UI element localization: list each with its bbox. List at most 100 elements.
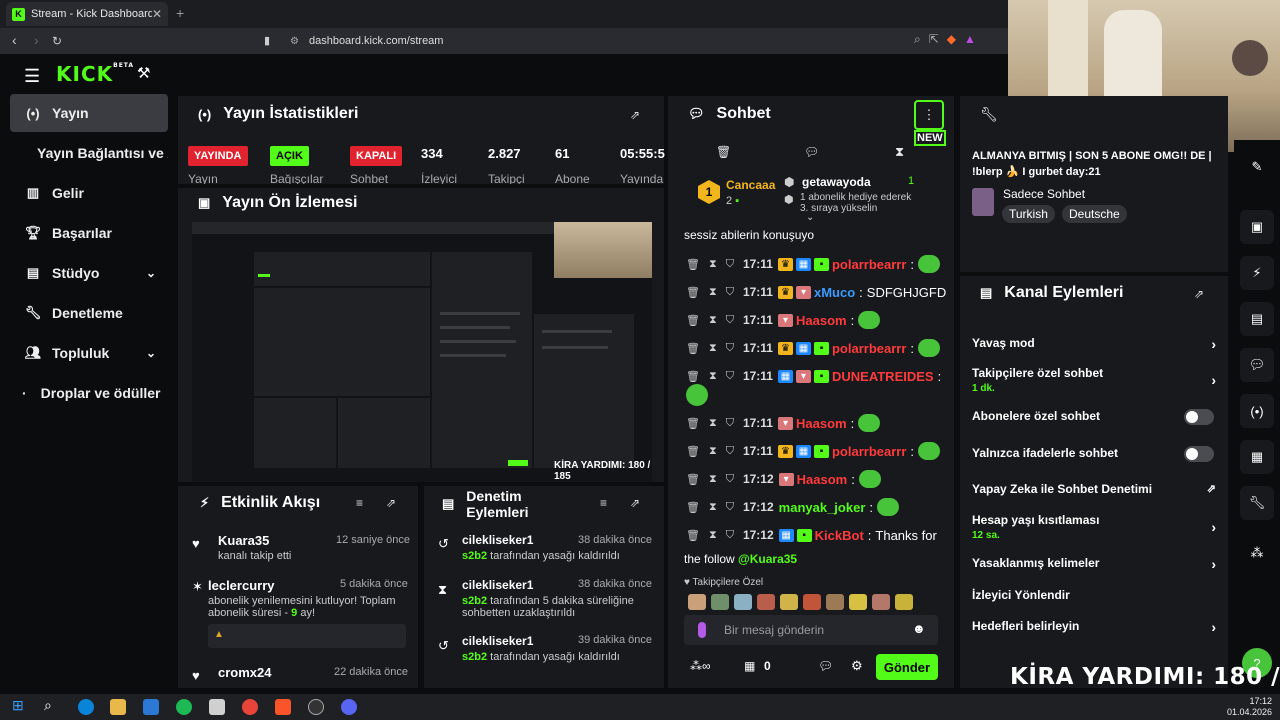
chat-message[interactable]: 🗑︎ ⧗ ⛉ 17:11 ♛ ▦ ▪ polarrbearrr: [686, 336, 941, 360]
top-gifter-name[interactable]: Cancaaa [726, 178, 775, 192]
action-raid[interactable]: İzleyici Yönlendir [972, 588, 1216, 602]
delete-message-icon[interactable]: 🗑︎ [686, 417, 700, 430]
sidebar-item-basarilar[interactable]: 🏆︎ Başarılar [10, 214, 168, 252]
bookmark-icon[interactable]: ▮ [264, 34, 270, 47]
stream-category[interactable]: Sadece Sohbet [1003, 187, 1085, 201]
wrench-icon[interactable]: 🔧︎ [1240, 486, 1274, 520]
timeout-icon[interactable]: ⧗ [709, 314, 717, 327]
action-slow-mode[interactable]: Yavaş mod › [972, 336, 1216, 352]
delete-message-icon[interactable]: 🗑︎ [686, 286, 700, 299]
activity-username[interactable]: leclercurry [208, 578, 275, 593]
activity-username[interactable]: cromx24 [218, 665, 271, 680]
chat-username[interactable]: polarrbearrr [832, 341, 906, 356]
sidebar-item-droplar[interactable]: · Droplar ve ödüller [10, 374, 168, 412]
delete-message-icon[interactable]: 🗑︎ [686, 314, 700, 327]
reload-icon[interactable]: ↻ [52, 34, 62, 48]
file-explorer-icon[interactable] [110, 699, 126, 715]
chat-username[interactable]: Haasom [796, 416, 847, 431]
timeout-icon[interactable]: ⧗ [709, 473, 717, 486]
expand-chevron-icon[interactable]: ⌄ [806, 212, 814, 223]
timeout-icon[interactable]: ⧗ [709, 286, 717, 299]
chat-username[interactable]: polarrbearrr [832, 257, 906, 272]
emotes-only-toggle[interactable] [1184, 446, 1214, 462]
chat-message[interactable]: 🗑︎ ⧗ ⛉ 17:11 ♛ ▦ ▪ polarrbearrr: [686, 252, 941, 276]
chat-input-box[interactable]: Bir mesaj gönderin ☻ [684, 615, 938, 645]
kick-points-icon[interactable]: ⁂∞ [690, 659, 711, 673]
delete-message-icon[interactable]: 🗑︎ [686, 370, 700, 383]
delete-message-icon[interactable]: 🗑︎ [686, 473, 700, 486]
chat-message[interactable]: 🗑︎ ⧗ ⛉ 17:11 ♛ ▾ xMuco: SDFGHJGFD [686, 280, 946, 304]
bolt-icon[interactable]: ⚡︎ [1240, 256, 1274, 290]
action-subscribers-only[interactable]: Abonelere özel sohbet [972, 409, 1216, 425]
chat-username[interactable]: Haasom [797, 472, 848, 487]
popout-icon[interactable]: ⇗ [630, 496, 640, 510]
camera-icon[interactable]: ▣ [1240, 210, 1274, 244]
tag-pill[interactable]: Turkish [1002, 205, 1055, 223]
chat-message[interactable]: 🗑︎ ⧗ ⛉ 17:12 ▾ Haasom: [686, 467, 881, 491]
chat-username[interactable]: Haasom [796, 313, 847, 328]
dashboard-icon[interactable]: ▦ [1240, 440, 1274, 474]
timeout-icon[interactable]: ⧗ [709, 501, 717, 514]
action-goals[interactable]: Hedefleri belirleyin › [972, 619, 1216, 635]
filter-icon[interactable]: ≡ [600, 496, 607, 510]
timeout-icon[interactable]: ⧗ [709, 258, 717, 271]
action-banned-words[interactable]: Yasaklanmış kelimeler › [972, 556, 1216, 572]
mod-target-user[interactable]: cilekliseker1 [462, 634, 533, 648]
discord-icon[interactable] [341, 699, 357, 715]
emote-icon[interactable] [780, 594, 798, 610]
emote-icon[interactable] [711, 594, 729, 610]
timeout-icon[interactable]: ⧗ [709, 529, 717, 542]
delete-message-icon[interactable]: 🗑︎ [686, 445, 700, 458]
emote-icon[interactable] [688, 594, 706, 610]
mention[interactable]: @Kuara35 [738, 552, 797, 566]
sidebar-item-stream-key[interactable]: Yayın Bağlantısı ve Anahtarı [10, 134, 168, 172]
delete-message-icon[interactable]: 🗑︎ [686, 529, 700, 542]
send-button[interactable]: Gönder [876, 654, 938, 680]
kick-logo[interactable]: KICKBETA [56, 62, 134, 86]
new-tab-icon[interactable]: + [176, 5, 184, 21]
spotify-icon[interactable] [176, 699, 192, 715]
delete-message-icon[interactable]: 🗑︎ [686, 258, 700, 271]
gear-icon[interactable]: ⚙ [851, 658, 863, 674]
close-tab-icon[interactable]: ✕ [152, 7, 162, 21]
popout-icon[interactable]: ⇗ [630, 108, 640, 122]
site-info-icon[interactable]: ⚙ [290, 36, 299, 47]
timeout-icon[interactable]: ⧗ [709, 370, 717, 383]
mod-target-user[interactable]: cilekliseker1 [462, 533, 533, 547]
stream-preview[interactable]: KİRA YARDIMI: 180 / 185 [192, 222, 652, 482]
delete-message-icon[interactable]: 🗑︎ [686, 501, 700, 514]
emote-icon[interactable] [803, 594, 821, 610]
activity-username[interactable]: Kuara35 [218, 533, 269, 548]
category-thumbnail[interactable] [972, 188, 994, 216]
store-icon[interactable]: ▦ [744, 659, 755, 673]
chat-menu-button[interactable]: ⋮ [914, 100, 944, 130]
chat-username[interactable]: xMuco [814, 285, 855, 300]
emote-icon[interactable] [849, 594, 867, 610]
forward-icon[interactable]: › [34, 32, 39, 48]
emote-icon[interactable] [895, 594, 913, 610]
edge-icon[interactable] [78, 699, 94, 715]
chat-username[interactable]: manyak_joker [779, 500, 866, 515]
chat-message[interactable]: 🗑︎ ⧗ ⛉ 17:11 ♛ ▦ ▪ polarrbearrr: [686, 439, 941, 463]
action-account-age[interactable]: Hesap yaşı kısıtlaması 12 sa. › [972, 513, 1216, 541]
store-icon[interactable] [143, 699, 159, 715]
mod-target-user[interactable]: cilekliseker1 [462, 578, 533, 592]
sidebar-item-denetleme[interactable]: 🔧︎ Denetleme [10, 294, 168, 332]
gifter-name[interactable]: getawayoda [802, 175, 871, 189]
sidebar-item-yayin[interactable]: (•) Yayın [10, 94, 168, 132]
chat-username[interactable]: KickBot [815, 528, 864, 543]
tag-pill[interactable]: Deutsche [1062, 205, 1127, 223]
community-icon[interactable]: ⁂ [1240, 536, 1274, 570]
rewards-icon[interactable]: ▲ [964, 32, 976, 47]
brave-shield-icon[interactable]: ◆ [947, 32, 956, 47]
sidebar-item-topluluk[interactable]: 👥︎ Topluluk ⌄ [10, 334, 168, 372]
trash-icon[interactable]: 🗑︎ [716, 145, 731, 159]
chat-message[interactable]: 🗑︎ ⧗ ⛉ 17:11 ▾ Haasom: [686, 411, 881, 435]
zoom-icon[interactable]: ⌕ [914, 32, 921, 47]
share-icon[interactable]: ⇱ [929, 32, 939, 47]
hourglass-icon[interactable]: ⧗ [895, 144, 904, 160]
chat-message[interactable]: 🗑︎ ⧗ ⛉ 17:11 ▾ Haasom: [686, 308, 881, 332]
popout-icon[interactable]: ⇗ [386, 496, 396, 510]
calculator-icon[interactable] [209, 699, 225, 715]
emote-icon[interactable] [826, 594, 844, 610]
